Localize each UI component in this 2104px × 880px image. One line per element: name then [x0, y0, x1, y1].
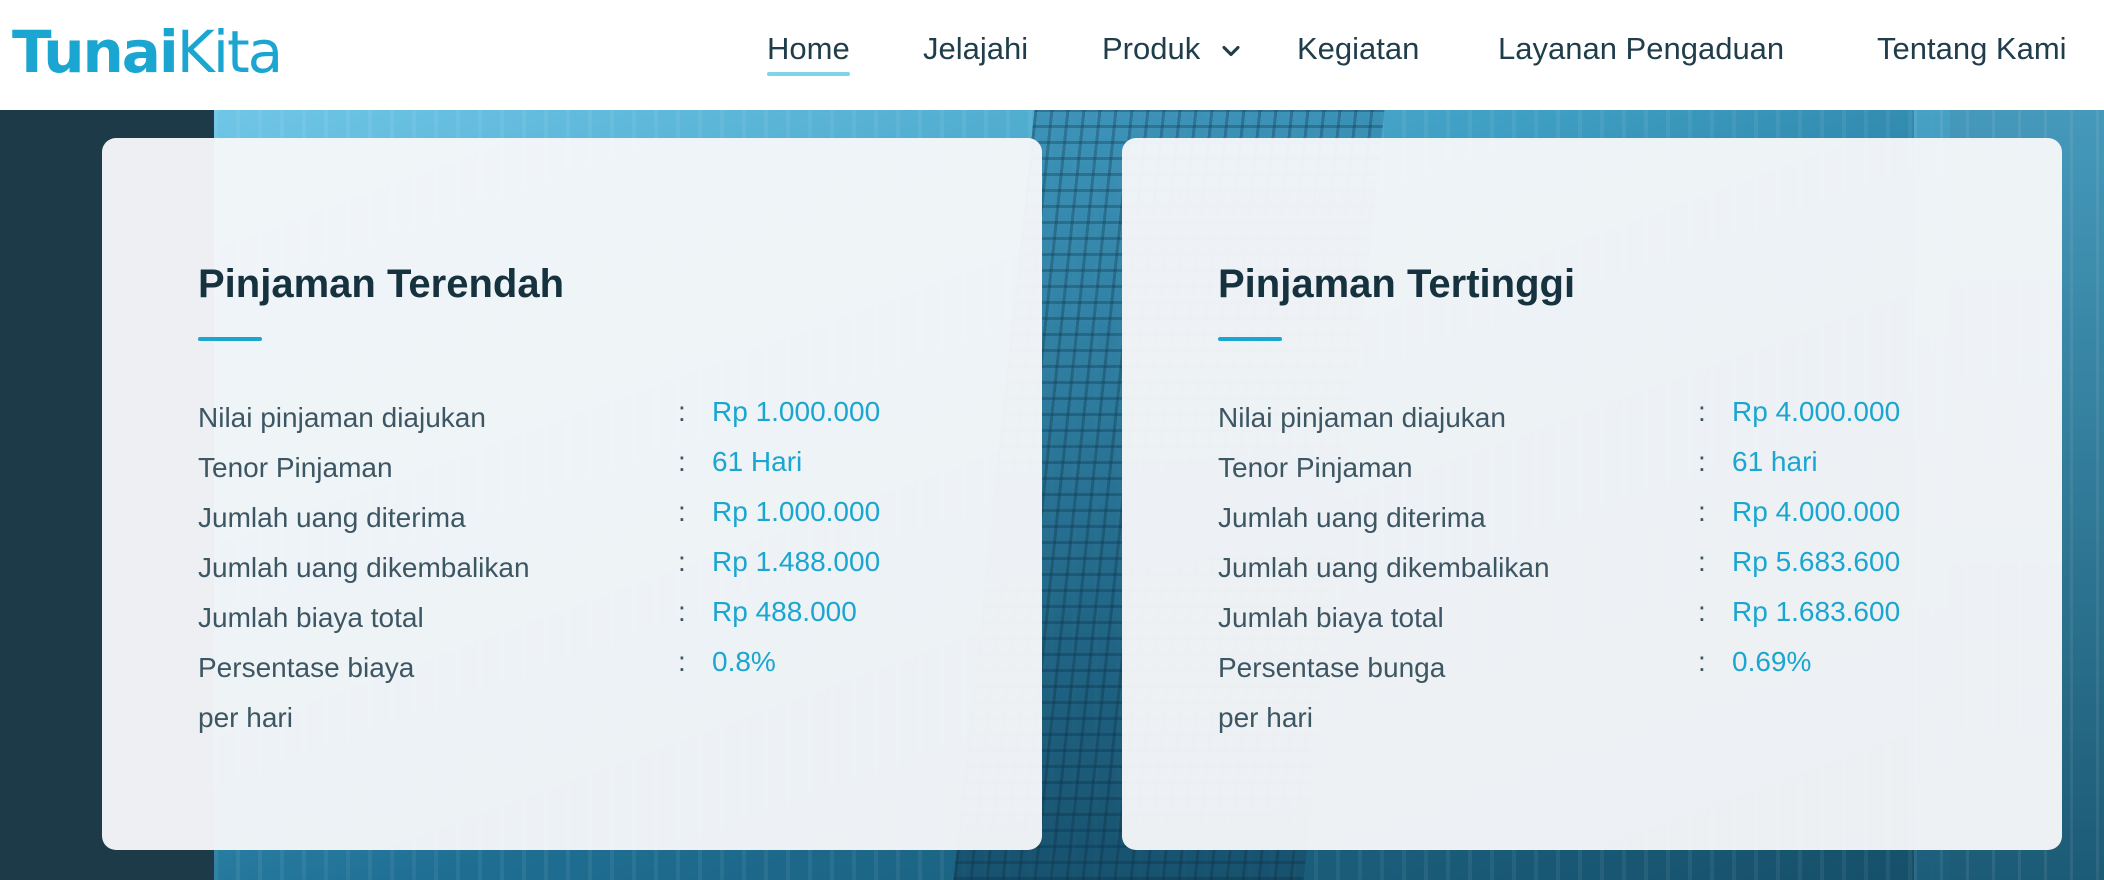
detail-label: Jumlah uang diterima [1218, 502, 1486, 533]
loan-card-lowest: Pinjaman Terendah Nilai pinjaman diajuka… [102, 138, 1042, 850]
site-header: TunaiKita Home Jelajahi Produk Kegiatan … [0, 0, 2104, 110]
loan-details-list: Nilai pinjaman diajukan : Rp 4.000.000 T… [1218, 394, 2018, 733]
detail-separator: : [1698, 446, 1706, 477]
detail-row-uang-dikembalikan: Jumlah uang dikembalikan : Rp 1.488.000 [198, 544, 998, 594]
detail-row-nilai-pinjaman: Nilai pinjaman diajukan : Rp 4.000.000 [1218, 394, 2018, 444]
detail-separator: : [678, 446, 686, 477]
detail-label: Tenor Pinjaman [1218, 452, 1413, 483]
detail-label: Tenor Pinjaman [198, 452, 393, 483]
detail-label: Jumlah uang diterima [198, 502, 466, 533]
nav-item-kegiatan[interactable]: Kegiatan [1297, 28, 1419, 70]
detail-value: Rp 1.000.000 [712, 496, 881, 527]
detail-label: Persentase bunga [1218, 652, 1446, 683]
detail-value: 0.8% [712, 646, 776, 677]
detail-label: Jumlah biaya total [1218, 602, 1444, 633]
detail-label: Nilai pinjaman diajukan [198, 402, 486, 433]
loan-card-highest: Pinjaman Tertinggi Nilai pinjaman diajuk… [1122, 138, 2062, 850]
detail-row-tenor: Tenor Pinjaman : 61 Hari [198, 444, 998, 494]
title-accent-line [1218, 337, 1282, 341]
detail-value: Rp 488.000 [712, 596, 857, 627]
detail-separator: : [1698, 646, 1706, 677]
detail-row-uang-diterima: Jumlah uang diterima : Rp 1.000.000 [198, 494, 998, 544]
detail-row-biaya-total: Jumlah biaya total : Rp 488.000 [198, 594, 998, 644]
chevron-down-icon [1222, 45, 1240, 56]
detail-separator: : [678, 496, 686, 527]
nav-item-produk[interactable]: Produk [1102, 28, 1245, 70]
card-title: Pinjaman Tertinggi [1218, 262, 1576, 306]
detail-row-nilai-pinjaman: Nilai pinjaman diajukan : Rp 1.000.000 [198, 394, 998, 444]
detail-separator: : [1698, 546, 1706, 577]
detail-value: Rp 5.683.600 [1732, 546, 1901, 577]
detail-row-uang-diterima: Jumlah uang diterima : Rp 4.000.000 [1218, 494, 2018, 544]
detail-separator: : [678, 546, 686, 577]
detail-separator: : [678, 596, 686, 627]
detail-label: Jumlah uang dikembalikan [198, 552, 530, 583]
detail-row-persentase: Persentase biaya per hari : 0.8% [198, 644, 998, 733]
nav-item-home[interactable]: Home [767, 28, 850, 76]
nav-item-produk-label: Produk [1102, 31, 1201, 66]
detail-label: Jumlah biaya total [198, 602, 424, 633]
detail-separator: : [1698, 496, 1706, 527]
detail-separator: : [678, 396, 686, 427]
detail-row-biaya-total: Jumlah biaya total : Rp 1.683.600 [1218, 594, 2018, 644]
detail-label: Nilai pinjaman diajukan [1218, 402, 1506, 433]
title-accent-line [198, 337, 262, 341]
card-title: Pinjaman Terendah [198, 262, 565, 306]
detail-value: 0.69% [1732, 646, 1812, 677]
detail-label-continuation: per hari [1218, 702, 1313, 733]
detail-value: Rp 1.000.000 [712, 396, 881, 427]
detail-row-persentase: Persentase bunga per hari : 0.69% [1218, 644, 2018, 733]
loan-details-list: Nilai pinjaman diajukan : Rp 1.000.000 T… [198, 394, 998, 733]
detail-value: 61 Hari [712, 446, 803, 477]
nav-item-tentang-kami[interactable]: Tentang Kami [1877, 28, 2067, 70]
detail-row-tenor: Tenor Pinjaman : 61 hari [1218, 444, 2018, 494]
detail-separator: : [678, 646, 686, 677]
detail-value: Rp 1.488.000 [712, 546, 881, 577]
detail-row-uang-dikembalikan: Jumlah uang dikembalikan : Rp 5.683.600 [1218, 544, 2018, 594]
detail-value: 61 hari [1732, 446, 1818, 477]
nav-item-layanan-pengaduan[interactable]: Layanan Pengaduan [1498, 28, 1784, 70]
main-nav: Home Jelajahi Produk Kegiatan Layanan Pe… [0, 0, 2104, 110]
detail-separator: : [1698, 396, 1706, 427]
detail-value: Rp 1.683.600 [1732, 596, 1901, 627]
detail-separator: : [1698, 596, 1706, 627]
detail-value: Rp 4.000.000 [1732, 496, 1901, 527]
detail-label-continuation: per hari [198, 702, 293, 733]
detail-label: Jumlah uang dikembalikan [1218, 552, 1550, 583]
nav-item-jelajahi[interactable]: Jelajahi [923, 28, 1028, 70]
detail-value: Rp 4.000.000 [1732, 396, 1901, 427]
detail-label: Persentase biaya [198, 652, 415, 683]
